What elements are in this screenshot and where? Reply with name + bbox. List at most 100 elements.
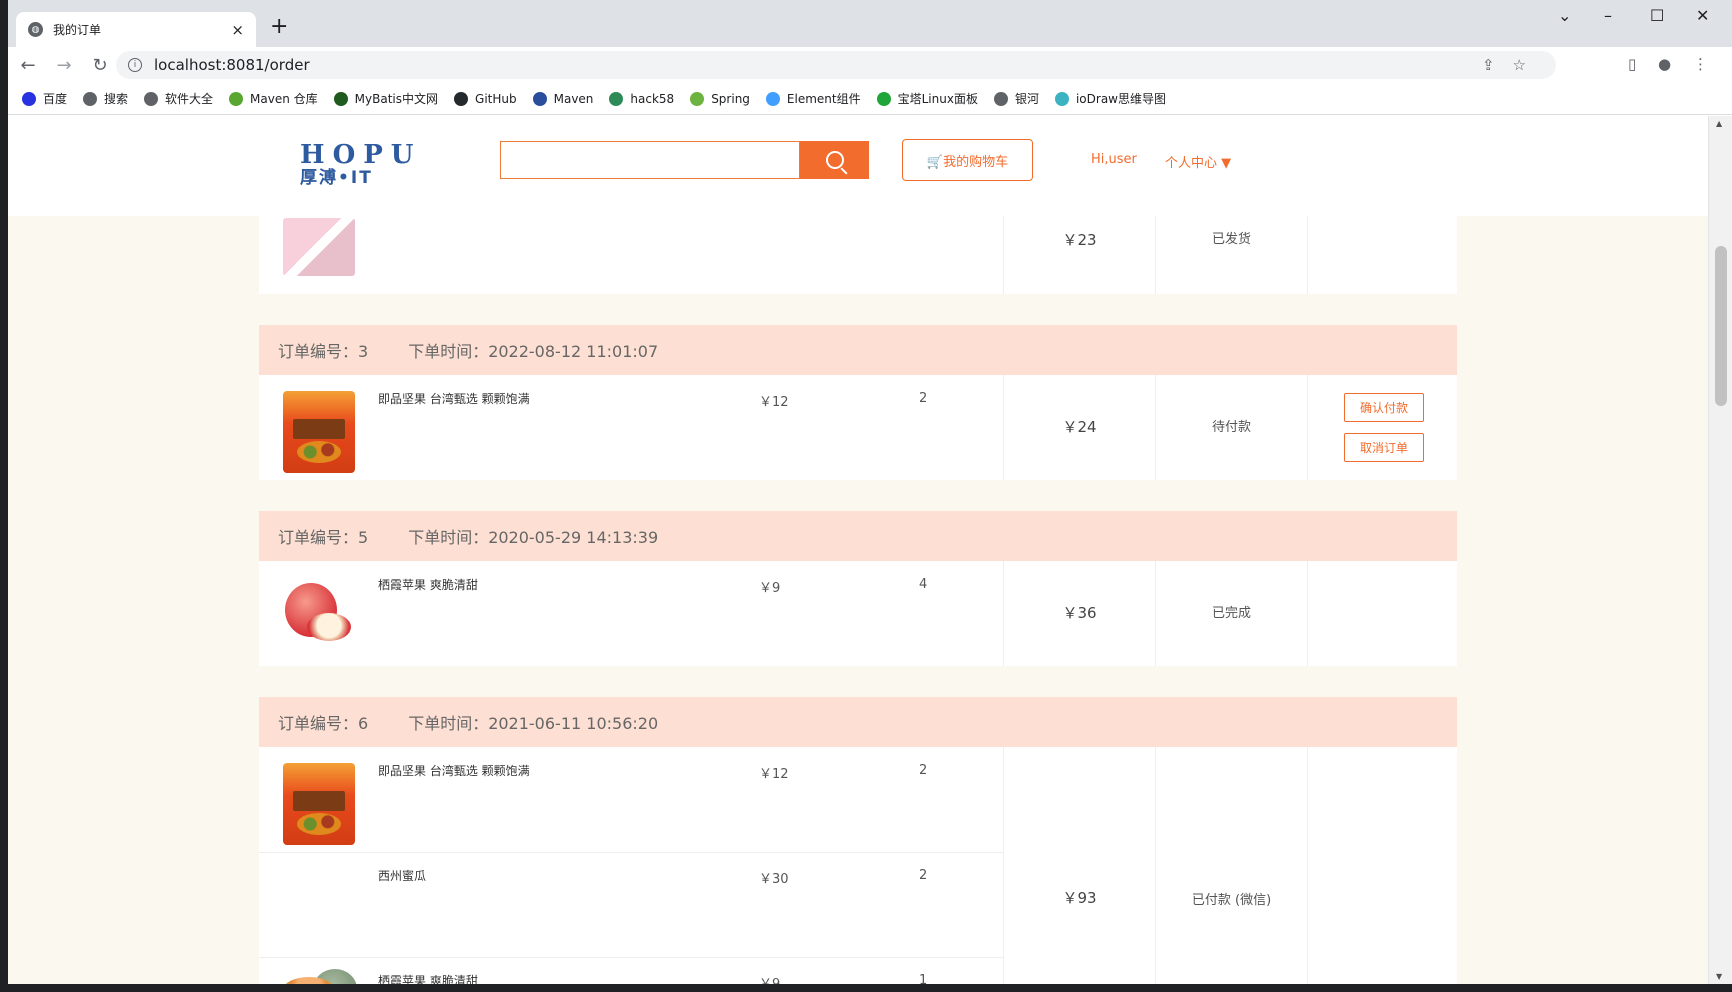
order-number: 订单编号：6 <box>278 714 369 733</box>
address-bar[interactable]: i localhost:8081/order ⇪☆ <box>116 51 1556 79</box>
order-actions <box>1307 216 1457 294</box>
order-total: ￥23 <box>1003 216 1155 294</box>
bookmark-item[interactable]: Spring <box>690 91 750 106</box>
url-text: localhost:8081/order <box>154 56 310 74</box>
browser-tab[interactable]: ◍ 我的订单 × <box>16 12 256 47</box>
bookmark-icon <box>1054 91 1069 106</box>
reload-icon[interactable]: ↻ <box>84 55 116 76</box>
share-star-icons[interactable]: ⇪☆ <box>1482 56 1544 74</box>
order-row: 即品坚果 台湾甄选 颗颗饱满 ￥12 2 西州蜜瓜 ￥30 2 栖霞苹果 爽脆清… <box>259 747 1457 984</box>
product-price: ￥12 <box>759 395 789 410</box>
bookmark-icon <box>83 91 98 106</box>
page-scrollbar[interactable]: ▲ ▼ <box>1708 116 1732 984</box>
cancel-order-button[interactable]: 取消订单 <box>1344 433 1424 462</box>
minimize-icon[interactable]: – <box>1604 6 1612 25</box>
bookmark-icon <box>993 91 1008 106</box>
product-qty: 2 <box>919 763 928 778</box>
bookmark-item[interactable]: Element组件 <box>765 90 861 107</box>
order-header: 订单编号：3 下单时间：2022-08-12 11:01:07 <box>259 325 1457 375</box>
tab-close-icon[interactable]: × <box>231 21 244 39</box>
scroll-down-icon[interactable]: ▼ <box>1716 972 1722 981</box>
profile-avatar-icon[interactable]: ● <box>1658 55 1671 73</box>
product-name[interactable]: 栖霞苹果 爽脆清甜 <box>378 576 478 593</box>
bookmark-label: GitHub <box>475 91 517 106</box>
side-panel-icon[interactable]: ▯ <box>1628 55 1636 73</box>
logo-text-en: HOPU <box>300 140 422 170</box>
order-time: 下单时间：2020-05-29 14:13:39 <box>408 528 659 547</box>
product-name[interactable]: 西州蜜瓜 <box>378 867 426 884</box>
bookmark-item[interactable]: Maven 仓库 <box>229 90 318 107</box>
bookmark-icon <box>690 91 705 106</box>
bookmark-item[interactable]: 宝塔Linux面板 <box>876 90 978 107</box>
maximize-icon[interactable]: ☐ <box>1650 6 1664 25</box>
bookmark-item[interactable]: hack58 <box>609 91 675 106</box>
product-qty: 2 <box>919 868 928 883</box>
item-separator <box>259 957 1003 958</box>
tab-strip: ◍ 我的订单 × + ⌄ – ☐ ✕ <box>8 0 1732 47</box>
user-greeting[interactable]: Hi,user <box>1091 152 1137 167</box>
bookmark-item[interactable]: ioDraw思维导图 <box>1054 90 1166 107</box>
back-arrow-icon[interactable]: ← <box>12 55 44 76</box>
confirm-payment-button[interactable]: 确认付款 <box>1344 393 1424 422</box>
page-viewport: HOPU 厚溥•IT 🛒我的购物车 Hi,user 个人中心 ▼ ￥23 已发货… <box>8 116 1708 984</box>
bookmark-label: Spring <box>711 91 750 106</box>
product-price: ￥12 <box>759 767 789 782</box>
window-close-icon[interactable]: ✕ <box>1696 6 1709 25</box>
order-status: 待付款 <box>1155 375 1307 480</box>
bookmark-icon <box>454 91 469 106</box>
order-time: 下单时间：2022-08-12 11:01:07 <box>408 342 659 361</box>
bookmark-item[interactable]: 搜索 <box>83 90 128 107</box>
bookmark-item[interactable]: 百度 <box>22 90 67 107</box>
new-tab-button[interactable]: + <box>270 16 288 38</box>
product-image <box>283 763 355 845</box>
bookmark-item[interactable]: 软件大全 <box>144 90 213 107</box>
bookmark-icon <box>532 91 547 106</box>
forward-arrow-icon[interactable]: → <box>48 55 80 76</box>
bookmark-item[interactable]: 银河 <box>993 90 1039 107</box>
menu-dots-icon[interactable]: ⋮ <box>1693 55 1708 73</box>
product-name[interactable]: 即品坚果 台湾甄选 颗颗饱满 <box>378 390 530 407</box>
personal-center-menu[interactable]: 个人中心 ▼ <box>1165 152 1231 171</box>
product-qty: 1 <box>919 973 928 984</box>
browser-window: ◍ 我的订单 × + ⌄ – ☐ ✕ ← → ↻ i localhost:808… <box>8 0 1732 984</box>
order-row: 即品坚果 台湾甄选 颗颗饱满 ￥12 2 ￥24 待付款 确认付款 取消订单 <box>259 375 1457 480</box>
bookmark-label: hack58 <box>630 91 675 106</box>
hopu-logo[interactable]: HOPU 厚溥•IT <box>300 142 426 188</box>
product-name[interactable]: 即品坚果 台湾甄选 颗颗饱满 <box>378 762 530 779</box>
bookmark-icon <box>144 91 159 106</box>
order-status: 已发货 <box>1155 216 1307 294</box>
tab-title: 我的订单 <box>53 23 102 37</box>
bookmark-label: Maven <box>553 91 594 106</box>
search-button[interactable] <box>800 141 869 179</box>
bookmark-icon <box>229 91 244 106</box>
product-name[interactable]: 栖霞苹果 爽脆清甜 <box>378 972 478 984</box>
order-row-partial: ￥23 已发货 <box>259 216 1457 294</box>
globe-icon: ◍ <box>28 22 43 37</box>
order-number: 订单编号：3 <box>278 342 369 361</box>
order-time: 下单时间：2021-06-11 10:56:20 <box>408 714 659 733</box>
bookmark-item[interactable]: MyBatis中文网 <box>333 90 438 107</box>
bookmark-label: 宝塔Linux面板 <box>897 92 978 106</box>
product-price: ￥9 <box>759 581 781 596</box>
bookmark-icon <box>876 91 891 106</box>
bookmark-item[interactable]: Maven <box>532 91 594 106</box>
product-image <box>283 218 355 276</box>
order-actions: 确认付款 取消订单 <box>1307 375 1457 480</box>
scrollbar-thumb[interactable] <box>1715 246 1727 406</box>
search-icon <box>825 151 844 169</box>
chevron-down-icon[interactable]: ⌄ <box>1558 6 1571 25</box>
bookmark-label: 百度 <box>43 92 68 106</box>
bookmark-icon <box>609 91 624 106</box>
site-header: HOPU 厚溥•IT 🛒我的购物车 Hi,user 个人中心 ▼ <box>8 116 1708 216</box>
search-input[interactable] <box>500 141 800 179</box>
bookmark-icon <box>22 91 36 106</box>
info-icon[interactable]: i <box>128 58 142 72</box>
product-price: ￥30 <box>759 872 789 887</box>
bookmark-item[interactable]: GitHub <box>454 91 517 106</box>
bookmark-label: Maven 仓库 <box>250 92 318 106</box>
product-image <box>283 949 357 984</box>
product-qty: 4 <box>919 577 928 592</box>
cart-button[interactable]: 🛒我的购物车 <box>902 139 1033 181</box>
scroll-up-icon[interactable]: ▲ <box>1716 119 1722 128</box>
order-total: ￥93 <box>1003 747 1155 984</box>
